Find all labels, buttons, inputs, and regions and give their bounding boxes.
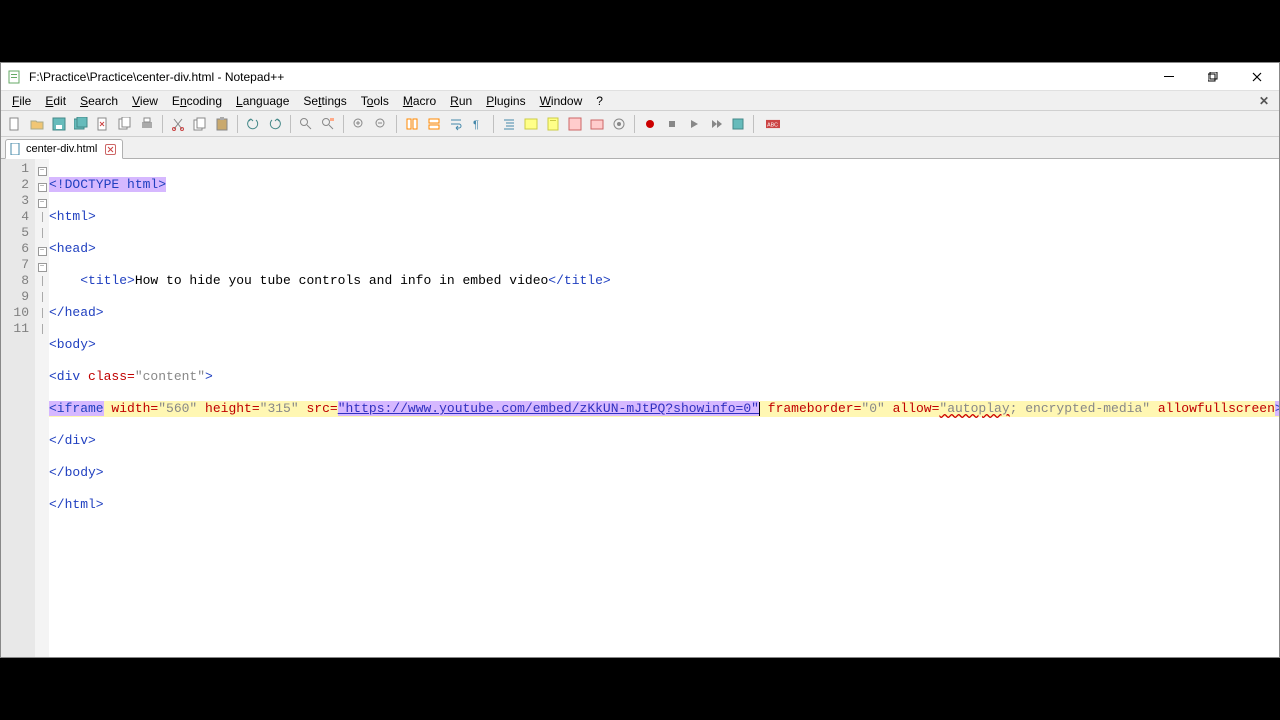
code-token: allow= xyxy=(885,401,940,416)
code-token: class= xyxy=(80,369,135,384)
play-macro-icon[interactable] xyxy=(684,114,704,134)
folder-view-icon[interactable] xyxy=(587,114,607,134)
code-token: allowfullscreen xyxy=(1150,401,1275,416)
menu-search[interactable]: Search xyxy=(73,93,125,109)
code-token: "content" xyxy=(135,369,205,384)
menu-settings[interactable]: Settings xyxy=(296,93,353,109)
paste-icon[interactable] xyxy=(212,114,232,134)
tabbar: center-div.html xyxy=(1,137,1279,159)
titlebar[interactable]: F:\Practice\Practice\center-div.html - N… xyxy=(1,63,1279,91)
new-file-icon[interactable] xyxy=(5,114,25,134)
wrap-icon[interactable] xyxy=(446,114,466,134)
menu-window[interactable]: Window xyxy=(533,93,590,109)
menubar: File Edit Search View Encoding Language … xyxy=(1,91,1279,111)
code-token: ></if xyxy=(1275,401,1279,416)
sync-h-icon[interactable] xyxy=(424,114,444,134)
menu-help[interactable]: ? xyxy=(589,93,610,109)
func-list-icon[interactable] xyxy=(565,114,585,134)
menu-file[interactable]: File xyxy=(5,93,38,109)
save-icon[interactable] xyxy=(49,114,69,134)
zoom-in-icon[interactable] xyxy=(349,114,369,134)
zoom-out-icon[interactable] xyxy=(371,114,391,134)
code-token: How to hide you tube controls and info i… xyxy=(135,273,548,288)
close-all-icon[interactable] xyxy=(115,114,135,134)
indent-guide-icon[interactable] xyxy=(499,114,519,134)
code-token: </html> xyxy=(49,497,104,512)
code-token: "0" xyxy=(861,401,884,416)
cut-icon[interactable] xyxy=(168,114,188,134)
undo-icon[interactable] xyxy=(243,114,263,134)
redo-icon[interactable] xyxy=(265,114,285,134)
app-window: F:\Practice\Practice\center-div.html - N… xyxy=(0,62,1280,658)
tab-active[interactable]: center-div.html xyxy=(5,139,123,159)
sync-v-icon[interactable] xyxy=(402,114,422,134)
find-icon[interactable] xyxy=(296,114,316,134)
window-title: F:\Practice\Practice\center-div.html - N… xyxy=(29,70,1147,84)
minimize-button[interactable] xyxy=(1147,63,1191,91)
file-icon xyxy=(10,143,22,155)
save-macro-icon[interactable] xyxy=(728,114,748,134)
tab-label: center-div.html xyxy=(26,143,97,155)
svg-text:¶: ¶ xyxy=(473,119,479,131)
menu-edit[interactable]: Edit xyxy=(38,93,73,109)
menu-view[interactable]: View xyxy=(125,93,165,109)
code-token: ; encrypted-media" xyxy=(1010,401,1150,416)
code-token: width= xyxy=(104,401,159,416)
code-area[interactable]: <!DOCTYPE html> <html> <head> <title>How… xyxy=(49,159,1279,657)
app-icon xyxy=(7,69,23,85)
menu-run[interactable]: Run xyxy=(443,93,479,109)
stop-macro-icon[interactable] xyxy=(662,114,682,134)
fold-column[interactable]: − − − − − xyxy=(35,159,49,657)
menu-macro[interactable]: Macro xyxy=(396,93,443,109)
code-token: "https://www.youtube.com/embed/zKkUN-mJt… xyxy=(338,401,759,416)
doc-map-icon[interactable] xyxy=(543,114,563,134)
line-gutter: 1 2 3 4 5 6 7 8 9 10 11 xyxy=(1,159,35,657)
code-token: <!DOCTYPE html> xyxy=(49,177,166,192)
copy-icon[interactable] xyxy=(190,114,210,134)
menu-encoding[interactable]: Encoding xyxy=(165,93,229,109)
svg-text:ABC: ABC xyxy=(767,122,778,128)
code-token: > xyxy=(205,369,213,384)
play-multi-icon[interactable] xyxy=(706,114,726,134)
code-token: </head> xyxy=(49,305,104,320)
editor-area[interactable]: 1 2 3 4 5 6 7 8 9 10 11 − − − − − <!DOCT… xyxy=(1,159,1279,657)
user-lang-icon[interactable] xyxy=(521,114,541,134)
code-token: <head> xyxy=(49,241,96,256)
replace-icon[interactable] xyxy=(318,114,338,134)
close-doc-button[interactable]: ✕ xyxy=(1253,94,1275,108)
open-file-icon[interactable] xyxy=(27,114,47,134)
code-token: height= xyxy=(197,401,259,416)
code-token: <body> xyxy=(49,337,96,352)
spellcheck-icon[interactable]: ABC xyxy=(759,114,787,134)
tab-close-icon[interactable] xyxy=(105,144,116,155)
print-icon[interactable] xyxy=(137,114,157,134)
menu-language[interactable]: Language xyxy=(229,93,296,109)
close-button[interactable] xyxy=(1235,63,1279,91)
code-token: </div> xyxy=(49,433,96,448)
code-token: <iframe xyxy=(49,401,104,416)
pilcrow-icon[interactable]: ¶ xyxy=(468,114,488,134)
code-token: src= xyxy=(299,401,338,416)
code-token: <title> xyxy=(80,273,135,288)
code-token: "autoplay xyxy=(939,401,1009,416)
save-all-icon[interactable] xyxy=(71,114,91,134)
code-token: "560" xyxy=(158,401,197,416)
code-token: frameborder= xyxy=(760,401,861,416)
monitor-icon[interactable] xyxy=(609,114,629,134)
code-token: </title> xyxy=(548,273,610,288)
maximize-button[interactable] xyxy=(1191,63,1235,91)
close-file-icon[interactable] xyxy=(93,114,113,134)
menu-tools[interactable]: Tools xyxy=(354,93,396,109)
code-token: "315" xyxy=(260,401,299,416)
code-token: </body> xyxy=(49,465,104,480)
code-token: <div xyxy=(49,369,80,384)
menu-plugins[interactable]: Plugins xyxy=(479,93,532,109)
rec-macro-icon[interactable] xyxy=(640,114,660,134)
code-token: <html> xyxy=(49,209,96,224)
toolbar: ¶ ABC xyxy=(1,111,1279,137)
